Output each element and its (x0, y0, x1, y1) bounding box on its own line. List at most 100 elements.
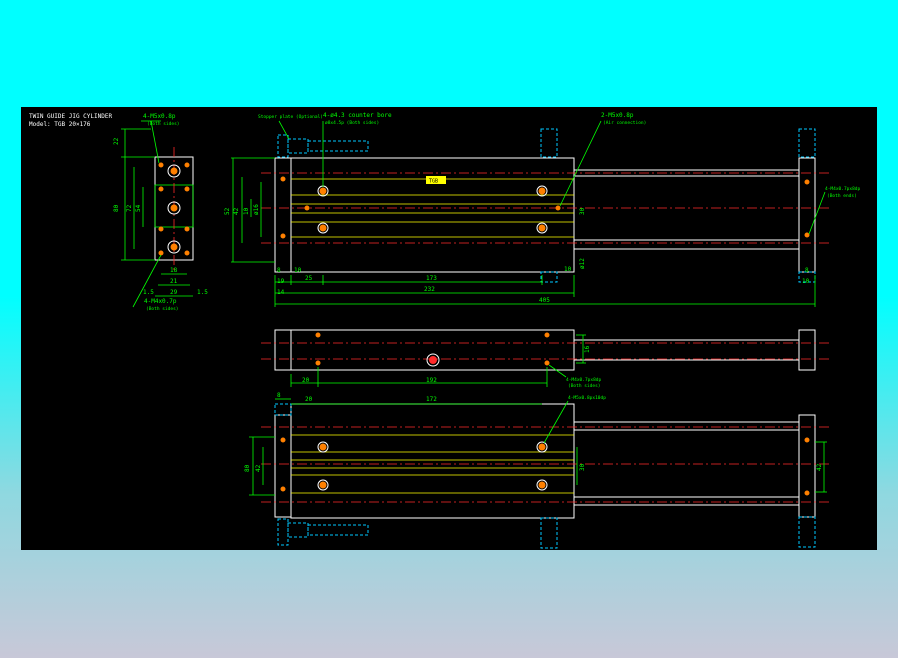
side-tap-6 (184, 226, 190, 232)
dim-42: 42 (233, 207, 240, 215)
callout-side-bottom-sub: (Both sides) (146, 306, 179, 312)
side-bore-top-core (170, 167, 178, 175)
mid-tap (315, 360, 321, 366)
dim-14: 14 (277, 289, 285, 296)
front-bore-core (319, 187, 327, 195)
dim-1-5-left: 1.5 (143, 289, 154, 296)
mid-body (290, 329, 575, 371)
dim-18: 18 (170, 267, 178, 274)
dim-1-5-right: 1.5 (197, 289, 208, 296)
bot-stopper-bolt-head (287, 522, 309, 538)
dim-16: ø16 (253, 204, 260, 215)
callout-mid-right: 4-M4x0.7px8dp (566, 377, 602, 383)
front-port (555, 205, 561, 211)
stopper-plate (277, 134, 289, 158)
mid-center-hole-core (429, 356, 437, 364)
dim-20: 20 (302, 377, 310, 384)
dim-19: 19 (277, 278, 285, 285)
bot-tap (280, 437, 286, 443)
guide-stop-bottom (540, 271, 558, 283)
mid-tap (544, 360, 550, 366)
bot-bore-core (319, 481, 327, 489)
bot-guide-stop (540, 517, 558, 549)
side-bore-bottom-core (170, 243, 178, 251)
bot-bore-core (538, 481, 546, 489)
bottom-view: 8 20 172 80 42 30 42 4-M5x0.8px10dp (244, 392, 831, 549)
mid-end-plate (274, 329, 292, 371)
dim-172: 172 (426, 396, 437, 403)
dim-52: 52 (224, 207, 231, 215)
cad-drawing: TWIN GUIDE JIG CYLINDER Model: TGB 20×17… (29, 112, 861, 549)
dim-10d: 10 (802, 278, 810, 285)
bot-tap (280, 486, 286, 492)
bot-bore-core (319, 443, 327, 451)
rod-end-tap (804, 179, 810, 185)
side-bore-mid-core (170, 204, 178, 212)
mid-tap (544, 332, 550, 338)
callout-rod-end: 4-M4x0.7px8dp (825, 186, 861, 192)
dim-54: 54 (135, 204, 142, 212)
dim-21: 21 (170, 278, 178, 285)
front-view: TGB 52 42 ø16 10 8 10 19 25 173 10 232 4… (224, 112, 861, 307)
dim-8c: 8 (277, 392, 281, 399)
front-bore-core (538, 224, 546, 232)
mid-tap (315, 332, 321, 338)
side-tap-4 (184, 186, 190, 192)
dim-30b: 30 (579, 463, 586, 471)
dim-173: 173 (426, 275, 437, 282)
bot-rod-tap (804, 437, 810, 443)
dim-8b: 8 (805, 267, 809, 274)
callout-bottom-right: 4-M5x0.8px10dp (568, 395, 606, 401)
bot-rod-stop (798, 516, 816, 548)
bot-end-stop-top (274, 403, 292, 416)
bot-body (290, 403, 575, 519)
dim-29: 29 (170, 289, 178, 296)
front-tap (280, 233, 286, 239)
dim-10c: 10 (564, 266, 572, 273)
side-tap-7 (158, 250, 164, 256)
middle-view: 20 192 16 4-M4x0.7px8dp (Both sides) (261, 329, 831, 389)
front-end-plate (274, 157, 292, 273)
front-body (290, 157, 575, 273)
side-tap-2 (184, 162, 190, 168)
leader (559, 120, 602, 207)
dim-192: 192 (426, 377, 437, 384)
stopper-bolt-shank (307, 140, 369, 152)
callout-cb-hole-sub: ø8x4.5p (Both sides) (325, 120, 379, 126)
dim-10b: 10 (294, 267, 302, 274)
side-tap-1 (158, 162, 164, 168)
dim-22: 22 (113, 137, 120, 145)
dim-42d: 42 (816, 463, 823, 471)
dim-42c: 42 (255, 464, 262, 472)
dim-72: 72 (126, 204, 133, 212)
side-tap-5 (158, 226, 164, 232)
dim-405: 405 (539, 297, 550, 304)
side-tap-8 (184, 250, 190, 256)
callout-stopper: Stopper plate (Optional) (258, 114, 323, 120)
front-rod-end-plate (798, 157, 816, 273)
bot-rod-tap (804, 490, 810, 496)
front-bore-core (319, 224, 327, 232)
dim-80c: 80 (244, 464, 251, 472)
callout-side-top: 4-M5x0.8p (143, 113, 176, 120)
dim-10: 10 (243, 207, 250, 215)
front-tap (280, 176, 286, 182)
leader (543, 400, 569, 444)
dim-12: ø12 (579, 258, 586, 269)
dim-8: 8 (277, 267, 281, 274)
dim-30: 30 (579, 207, 586, 215)
dim-80: 80 (113, 204, 120, 212)
callout-mid-right-sub: (Both sides) (568, 383, 601, 389)
stopper-bolt-head (287, 138, 309, 154)
callout-port: 2-M5x0.8p (601, 112, 634, 119)
callout-port-sub: (Air connection) (603, 120, 646, 126)
title-line-1: TWIN GUIDE JIG CYLINDER (29, 113, 112, 120)
side-tap-3 (158, 186, 164, 192)
rod-end-tap (804, 232, 810, 238)
side-view: 22 80 72 54 18 21 29 1.5 1.5 4-M5x0.8p (… (113, 113, 208, 312)
bot-bore-core (538, 443, 546, 451)
bot-stopper-plate (277, 518, 289, 546)
nameplate-text: TGB (429, 179, 438, 185)
dim-232: 232 (424, 286, 435, 293)
cad-drawing-canvas: TWIN GUIDE JIG CYLINDER Model: TGB 20×17… (21, 107, 877, 550)
